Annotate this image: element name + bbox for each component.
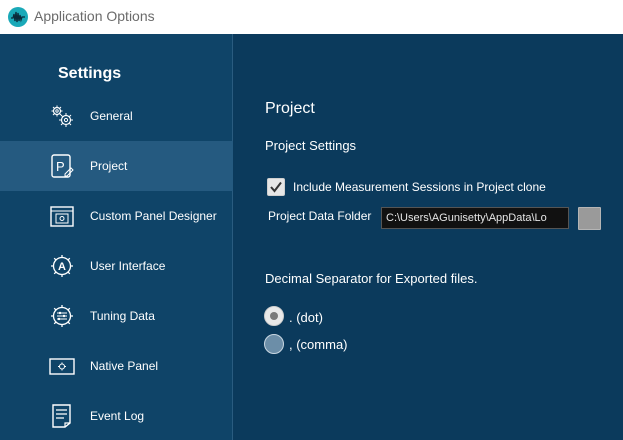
sidebar-item-label: General: [90, 109, 133, 123]
sidebar-item-custom-panel-designer[interactable]: Custom Panel Designer: [0, 191, 233, 241]
sidebar-item-label: User Interface: [90, 259, 166, 273]
sidebar: Settings General P Project Custom Panel …: [0, 34, 233, 440]
sidebar-item-label: Project: [90, 159, 128, 173]
sidebar-item-project[interactable]: P Project: [0, 141, 233, 191]
tuning-data-icon: [51, 305, 73, 327]
browse-folder-button[interactable]: [578, 207, 601, 230]
project-data-folder-label: Project Data Folder: [268, 209, 372, 223]
decimal-separator-label: Decimal Separator for Exported files.: [265, 271, 478, 286]
title-bar: Application Options: [0, 0, 623, 34]
panel-designer-icon: [50, 206, 74, 227]
content-panel: Project Project Settings Include Measure…: [234, 34, 623, 440]
sidebar-item-label: Native Panel: [90, 359, 159, 373]
sidebar-item-event-log[interactable]: Event Log: [0, 391, 233, 440]
radio-dot[interactable]: [264, 306, 284, 326]
sidebar-item-label: Tuning Data: [90, 309, 155, 323]
sidebar-item-native-panel[interactable]: Native Panel: [0, 341, 233, 391]
sidebar-item-label: Custom Panel Designer: [90, 209, 217, 223]
checkmark-icon: [270, 181, 282, 193]
sidebar-item-tuning-data[interactable]: Tuning Data: [0, 291, 233, 341]
radio-comma-label: , (comma): [289, 337, 348, 352]
window-title: Application Options: [34, 8, 155, 24]
svg-text:A: A: [58, 261, 66, 273]
section-heading: Project Settings: [265, 138, 357, 153]
project-icon: P: [51, 154, 74, 178]
page-title: Project: [265, 100, 315, 117]
gears-icon: [51, 105, 73, 127]
radio-dot-label: . (dot): [289, 310, 323, 325]
sidebar-item-user-interface[interactable]: A User Interface: [0, 241, 233, 291]
app-logo-icon: [8, 7, 28, 27]
svg-text:P: P: [56, 159, 65, 174]
include-sessions-checkbox[interactable]: [267, 178, 285, 196]
project-data-folder-input[interactable]: C:\Users\AGunisetty\AppData\Lo: [381, 207, 569, 229]
sidebar-item-label: Event Log: [90, 409, 145, 423]
sidebar-item-general[interactable]: General: [0, 91, 233, 141]
sidebar-heading: Settings: [58, 65, 122, 82]
native-panel-icon: [49, 358, 75, 375]
include-sessions-label: Include Measurement Sessions in Project …: [293, 180, 546, 194]
user-interface-icon: A: [51, 255, 73, 277]
event-log-icon: [52, 404, 71, 428]
radio-comma[interactable]: [264, 334, 284, 354]
